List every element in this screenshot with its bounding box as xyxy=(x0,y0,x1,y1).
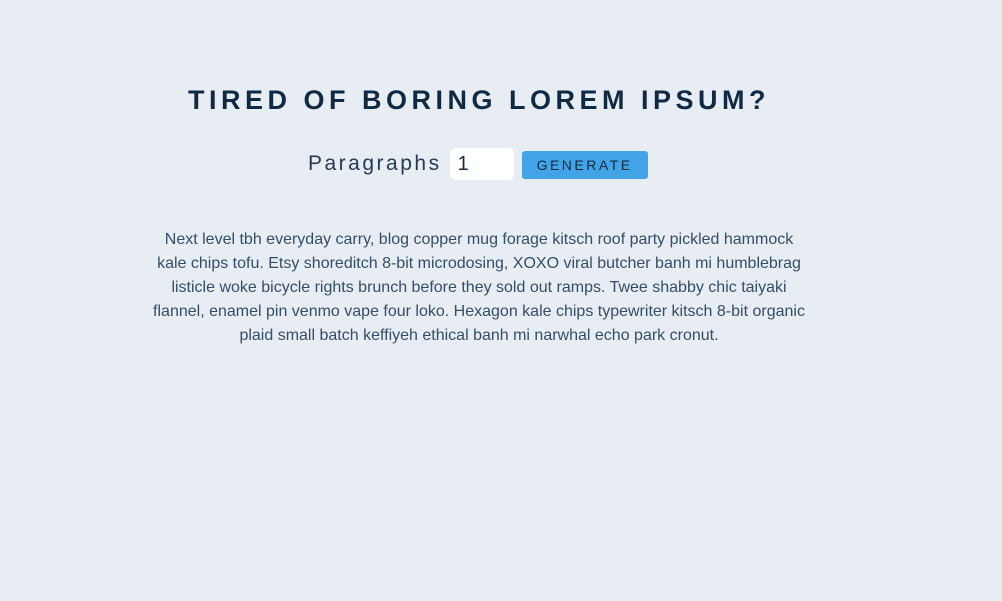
lorem-form: Paragraphs Generate xyxy=(308,147,648,181)
generate-button[interactable]: Generate xyxy=(521,151,648,179)
paragraph-count-input[interactable] xyxy=(449,148,514,180)
page: TIRED OF BORING LOREM IPSUM? Paragraphs … xyxy=(0,0,1002,601)
lorem-paragraph: Next level tbh everyday carry, blog copp… xyxy=(153,231,805,344)
page-title: TIRED OF BORING LOREM IPSUM? xyxy=(188,85,770,115)
paragraphs-label: Paragraphs xyxy=(308,152,442,175)
lorem-text: Next level tbh everyday carry, blog copp… xyxy=(150,228,808,348)
